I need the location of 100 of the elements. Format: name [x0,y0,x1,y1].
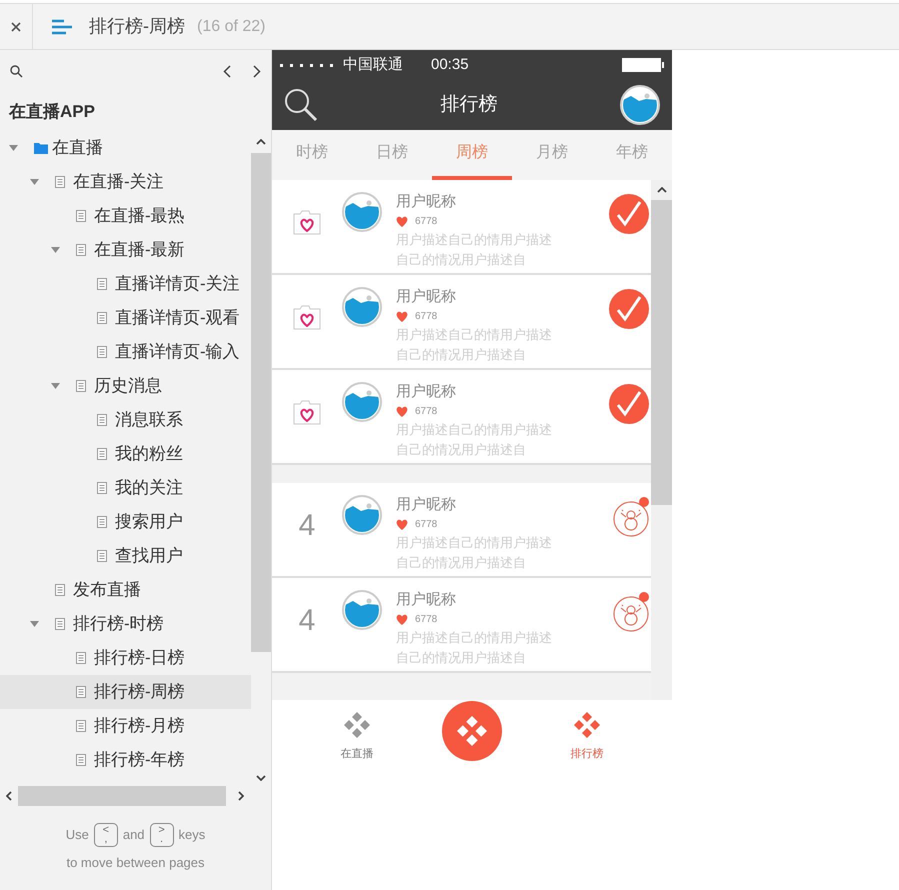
page-icon [76,210,86,222]
expand-caret-icon[interactable] [51,247,60,253]
tree-item[interactable]: 排行榜-周榜 [0,675,251,709]
scroll-down-icon[interactable] [256,775,266,781]
folder-icon [34,142,48,154]
rank-number: 4 [298,602,316,638]
tree-item[interactable]: 历史消息 [0,369,251,403]
user-nickname: 用户昵称 [396,192,457,212]
like-count: 6778 [415,612,438,626]
tree-item[interactable]: 排行榜-时榜 [0,607,251,641]
scroll-up-icon[interactable] [656,187,666,193]
like-count: 6778 [415,214,438,228]
tree-item[interactable]: 排行榜-日榜 [0,641,251,675]
page-count: (16 of 22) [197,16,266,36]
heart-icon [396,406,408,416]
tree-item-label: 在直播 [52,137,103,160]
page-icon [55,618,65,630]
tree-item[interactable]: 在直播 [0,131,251,165]
tree-item-label: 我的粉丝 [115,443,183,466]
page-icon [76,720,86,732]
signal-dots-icon [280,64,334,66]
tree-item-label: 排行榜-时榜 [73,613,164,636]
tree-item-label: 在直播-最热 [94,205,185,228]
page-title: 排行榜-周榜 [89,15,185,38]
tree-item[interactable]: 直播详情页-观看 [0,301,251,335]
user-nickname: 用户昵称 [396,495,457,515]
scroll-right-icon[interactable] [238,791,244,801]
page-icon [76,686,86,698]
keyboard-key: < , [94,823,118,847]
heart-icon [396,310,408,322]
project-title: 在直播APP [8,100,96,123]
close-icon [11,22,21,32]
tree-item-label: 在直播-最新 [94,239,185,262]
scrollbar-thumb[interactable] [651,200,672,505]
tree-item-label: 我的关注 [115,477,183,500]
scrollbar-thumb[interactable] [18,786,226,806]
page-icon [97,346,107,358]
expand-caret-icon[interactable] [9,145,18,151]
scrollbar-thumb[interactable] [251,153,271,652]
tree-item[interactable]: 直播详情页-输入 [0,335,251,369]
bottom-nav-tab[interactable]: 在直播 [272,700,442,762]
next-page-icon[interactable] [253,64,261,78]
previous-page-icon[interactable] [223,64,231,78]
diamond-grid-icon [574,712,600,738]
user-nickname: 用户昵称 [396,382,457,402]
tree-item[interactable]: 发布直播 [0,573,251,607]
expand-caret-icon[interactable] [30,621,39,627]
avatar-icon [342,287,382,327]
page-icon [55,176,65,188]
page-icon [55,584,65,596]
page-icon [76,244,86,256]
heart-icon [396,216,408,226]
scroll-left-icon[interactable] [6,791,12,801]
tree-item[interactable]: 排行榜-月榜 [0,709,251,743]
tree-item[interactable]: 我的关注 [0,471,251,505]
expand-caret-icon[interactable] [30,179,39,185]
heart-icon [396,614,408,624]
search-icon[interactable] [284,88,318,122]
tree-item[interactable]: 在直播-最热 [0,199,251,233]
tree-item-label: 历史消息 [94,375,162,398]
page-icon [97,550,107,562]
tree-item-label: 排行榜-日榜 [94,647,185,670]
carrier-name: 中国联通 [343,54,403,75]
tree-item-label: 搜索用户 [115,511,183,534]
tree-item[interactable]: 在直播-关注 [0,165,251,199]
like-count: 6778 [415,404,438,418]
hint-text: to move between pages [66,854,205,872]
avatar-icon [342,590,382,630]
search-icon[interactable] [10,64,23,78]
tree-item-label: 消息联系 [115,409,183,432]
tree-item[interactable]: 排行榜-年榜 [0,743,251,777]
diamond-grid-icon [457,716,487,746]
battery-icon [622,57,664,73]
heart-icon [396,518,408,530]
tree-item-label: 排行榜-周榜 [94,681,185,704]
tree-item[interactable]: 查找用户 [0,539,251,573]
hint-text: keys [178,826,206,844]
rank-number: 4 [298,508,316,544]
tree-item[interactable]: 在直播-最新 [0,233,251,267]
tree-item[interactable]: 直播详情页-关注 [0,267,251,301]
hint-text: Use [66,826,89,844]
menu-icon[interactable] [52,18,72,34]
tree-item[interactable]: 消息联系 [0,403,251,437]
page-icon [97,278,107,290]
tree-item[interactable]: 搜索用户 [0,505,251,539]
page-icon [97,448,107,460]
tree-item-label: 在直播-关注 [73,171,164,194]
tree-item-label: 直播详情页-观看 [115,307,240,330]
diamond-grid-icon [344,712,370,738]
avatar-icon [342,495,382,535]
expand-caret-icon[interactable] [51,383,60,389]
avatar-icon [620,85,660,125]
page-icon [97,414,107,426]
hint-text: and [122,826,145,844]
page-icon [76,652,86,664]
user-nickname: 用户昵称 [396,590,457,610]
scroll-up-icon[interactable] [256,139,266,145]
avatar-icon [342,382,382,422]
tree-item[interactable]: 我的粉丝 [0,437,251,471]
avatar-icon [342,192,382,232]
